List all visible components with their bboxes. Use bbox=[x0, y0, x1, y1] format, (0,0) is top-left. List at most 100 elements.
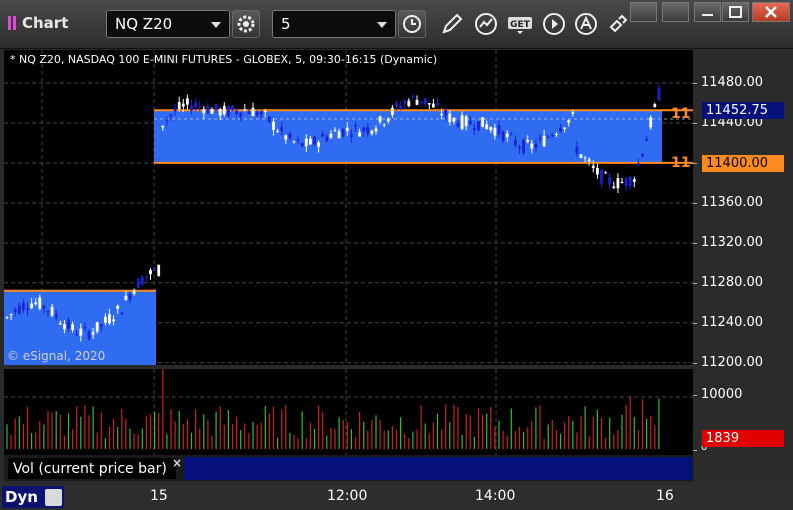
candle-body bbox=[571, 112, 575, 114]
candle-body bbox=[202, 108, 206, 114]
candle-body bbox=[124, 295, 128, 300]
candle-body bbox=[116, 305, 120, 309]
time-label: 12:00 bbox=[327, 488, 368, 504]
candle-body bbox=[321, 133, 325, 137]
restore-button[interactable] bbox=[630, 2, 657, 22]
candle-body bbox=[120, 312, 124, 315]
candle-body bbox=[218, 109, 222, 116]
candle-body bbox=[583, 157, 587, 159]
candle-body bbox=[177, 101, 181, 110]
price-tick: 11480.00 bbox=[692, 75, 764, 90]
candle-body bbox=[526, 139, 530, 143]
candle-body bbox=[657, 88, 661, 101]
chevron-down-icon[interactable] bbox=[377, 22, 387, 28]
candle-body bbox=[460, 115, 464, 129]
price-tick: 11240.00 bbox=[692, 315, 764, 330]
candle-body bbox=[181, 103, 185, 107]
range-zone bbox=[154, 110, 662, 163]
candlestick-chart[interactable] bbox=[4, 50, 693, 365]
price-tick: 11360.00 bbox=[692, 195, 764, 210]
get-data-icon[interactable]: GET bbox=[506, 12, 536, 36]
alert-icon[interactable] bbox=[574, 12, 598, 36]
price-axis[interactable]: 11480.0011440.0011400.0011360.0011320.00… bbox=[692, 50, 793, 496]
candle-body bbox=[337, 131, 341, 139]
price-chart[interactable]: * NQ Z20, NASDAQ 100 E-MINI FUTURES - GL… bbox=[4, 50, 693, 365]
candle-body bbox=[128, 293, 132, 300]
candle-body bbox=[415, 99, 419, 105]
time-settings-button[interactable] bbox=[398, 10, 426, 38]
level-marker: 11 bbox=[671, 155, 691, 171]
candle-body bbox=[456, 122, 460, 127]
dock-button[interactable] bbox=[662, 2, 689, 22]
candle-body bbox=[325, 136, 329, 141]
candle-body bbox=[67, 319, 70, 329]
candle-body bbox=[42, 305, 46, 309]
last-volume-tag: 1839 bbox=[702, 430, 784, 447]
candle-body bbox=[206, 106, 210, 114]
candle-body bbox=[136, 278, 140, 289]
candle-body bbox=[354, 124, 357, 127]
candle-body bbox=[436, 102, 439, 106]
candle-body bbox=[358, 132, 361, 137]
volume-pane[interactable] bbox=[4, 369, 693, 455]
candle-body bbox=[501, 131, 505, 141]
candle-body bbox=[280, 126, 284, 132]
candle-body bbox=[464, 116, 468, 127]
candle-body bbox=[243, 109, 247, 111]
dynamic-mode-button[interactable]: Dyn bbox=[2, 486, 64, 508]
candle-body bbox=[79, 328, 83, 336]
candle-body bbox=[112, 319, 115, 322]
candle-body bbox=[596, 167, 599, 175]
candle-body bbox=[345, 127, 349, 132]
candle-body bbox=[108, 314, 111, 324]
lock-icon[interactable] bbox=[45, 489, 62, 506]
symbol-field[interactable]: NQ Z20 bbox=[106, 10, 230, 38]
interval-field[interactable]: 5 bbox=[272, 10, 396, 38]
pencil-icon[interactable] bbox=[440, 12, 464, 36]
close-study-icon[interactable]: × bbox=[172, 456, 182, 470]
volume-study-label[interactable]: Vol (current price bar) bbox=[8, 458, 176, 479]
candle-body bbox=[22, 302, 25, 310]
candle-body bbox=[46, 310, 50, 312]
candle-body bbox=[637, 163, 640, 165]
time-axis[interactable]: Dyn 15 12:00 14:00 16 bbox=[0, 483, 793, 510]
candle-body bbox=[296, 139, 300, 141]
candle-body bbox=[99, 324, 103, 327]
candle-body bbox=[620, 181, 624, 183]
candle-body bbox=[132, 289, 136, 294]
candle-body bbox=[157, 264, 161, 277]
candle-body bbox=[259, 111, 263, 115]
candle-body bbox=[538, 138, 542, 140]
chevron-down-icon[interactable] bbox=[211, 22, 221, 28]
candle-body bbox=[653, 103, 657, 107]
candle-body bbox=[395, 103, 398, 107]
play-icon[interactable] bbox=[542, 12, 566, 36]
candle-body bbox=[403, 101, 407, 104]
candle-body bbox=[309, 138, 312, 145]
candle-body bbox=[546, 136, 550, 138]
link-icon[interactable] bbox=[606, 12, 630, 36]
candle-body bbox=[231, 105, 234, 111]
candle-body bbox=[386, 118, 390, 122]
time-label: 14:00 bbox=[475, 488, 516, 504]
candle-body bbox=[641, 153, 644, 157]
candle-body bbox=[75, 334, 79, 336]
candle-body bbox=[17, 305, 21, 314]
level-marker: 11 bbox=[671, 106, 691, 122]
candle-body bbox=[649, 117, 653, 128]
minimize-button[interactable] bbox=[694, 2, 721, 22]
candle-body bbox=[165, 119, 169, 121]
maximize-button[interactable] bbox=[722, 2, 749, 22]
candle-body bbox=[419, 101, 423, 103]
symbol-settings-button[interactable] bbox=[232, 10, 260, 38]
study-icon[interactable] bbox=[474, 12, 498, 36]
candle-body bbox=[190, 105, 193, 111]
study-bar bbox=[184, 457, 692, 480]
minimize-icon bbox=[702, 14, 713, 16]
close-button[interactable] bbox=[752, 2, 790, 22]
candle-body bbox=[222, 105, 226, 115]
candle-body bbox=[54, 314, 58, 318]
candle-body bbox=[604, 172, 607, 174]
candle-body bbox=[333, 130, 337, 132]
close-icon bbox=[765, 6, 777, 18]
